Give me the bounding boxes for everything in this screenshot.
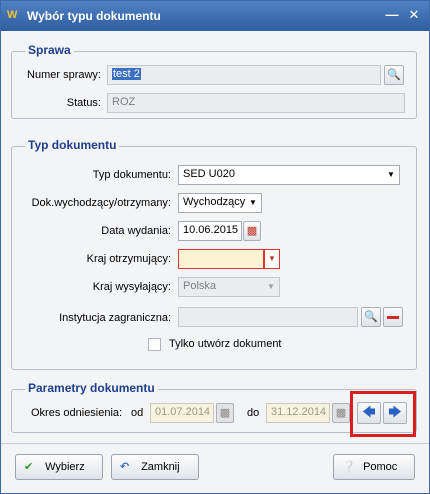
kraj-otrzymujacy-label: Kraj otrzymujący:	[86, 253, 171, 265]
status-label: Status:	[66, 97, 101, 109]
chevron-down-icon[interactable]: ▼	[383, 165, 399, 185]
search-icon: 🔍	[364, 311, 378, 323]
typ-dokumentu-value: SED U020	[183, 168, 235, 180]
typ-dokumentu-select[interactable]: SED U020	[178, 165, 400, 185]
check-icon: ✔	[24, 461, 34, 473]
instytucja-label: Instytucja zagraniczna:	[59, 312, 171, 324]
search-instytucja-button[interactable]: 🔍	[361, 307, 381, 327]
zamknij-label: Zamknij	[141, 461, 180, 473]
minus-icon	[387, 315, 399, 319]
pomoc-label: Pomoc	[363, 461, 398, 473]
footer-separator	[1, 443, 429, 444]
chevron-down-icon: ▼	[267, 282, 275, 291]
kraj-otrzymujacy-select[interactable]	[178, 249, 264, 269]
okres-label: Okres odniesienia:	[31, 407, 123, 419]
typ-dokumentu-label: Typ dokumentu:	[92, 169, 171, 181]
zamknij-button[interactable]: ↶ Zamknij	[111, 454, 199, 480]
numer-sprawy-field[interactable]: test 2	[107, 65, 381, 85]
dok-wychodzacy-label: Dok.wychodzący/otrzymany:	[31, 197, 171, 209]
pomoc-button[interactable]: ❔ Pomoc	[333, 454, 415, 480]
clear-instytucja-button[interactable]	[383, 307, 403, 327]
calendar-od-button: ▩	[216, 403, 234, 423]
highlight-box	[350, 391, 416, 437]
calendar-icon: ▩	[335, 407, 347, 419]
chevron-down-icon[interactable]: ▼	[245, 193, 261, 213]
wybierz-label: Wybierz	[45, 461, 85, 473]
numer-sprawy-value: test 2	[112, 68, 141, 80]
wybierz-button[interactable]: ✔ Wybierz	[15, 454, 103, 480]
sprawa-group-title: Sprawa	[25, 43, 74, 57]
data-wydania-field[interactable]: 10.06.2015	[178, 221, 242, 241]
dialog-window: W Wybór typu dokumentu — ✕ Sprawa Numer …	[0, 0, 430, 494]
dok-wychodzacy-value: Wychodzący	[183, 196, 246, 208]
kraj-wysylajacy-value: Polska	[183, 280, 217, 292]
search-icon: 🔍	[387, 69, 401, 81]
kraj-wysylajacy-label: Kraj wysyłający:	[92, 281, 171, 293]
search-sprawa-button[interactable]: 🔍	[384, 65, 404, 85]
calendar-icon: ▩	[219, 407, 231, 419]
help-icon: ❔	[342, 461, 356, 473]
do-label: do	[247, 407, 260, 419]
status-field: ROZ	[107, 93, 405, 113]
od-date-field: 01.07.2014	[150, 403, 214, 423]
tylko-utworz-label: Tylko utwórz dokument	[169, 338, 282, 350]
window-title: Wybór typu dokumentu	[27, 9, 161, 23]
calendar-button[interactable]: ▩	[243, 221, 261, 241]
do-date-field: 31.12.2014	[266, 403, 330, 423]
chevron-down-icon[interactable]: ▼	[264, 249, 280, 269]
calendar-icon: ▩	[246, 225, 258, 237]
app-logo-icon: W	[7, 9, 18, 21]
minimize-icon[interactable]: —	[384, 7, 400, 23]
undo-icon: ↶	[120, 461, 130, 473]
numer-sprawy-label: Numer sprawy:	[27, 69, 101, 81]
close-icon[interactable]: ✕	[406, 7, 422, 23]
od-label: od	[131, 407, 144, 419]
instytucja-field	[178, 307, 358, 327]
calendar-do-button: ▩	[332, 403, 350, 423]
data-wydania-label: Data wydania:	[101, 225, 171, 237]
parametry-group-title: Parametry dokumentu	[25, 381, 158, 395]
title-bar[interactable]: W Wybór typu dokumentu — ✕	[1, 1, 429, 31]
typ-group-title: Typ dokumentu	[25, 138, 120, 152]
tylko-utworz-checkbox[interactable]	[148, 338, 161, 351]
